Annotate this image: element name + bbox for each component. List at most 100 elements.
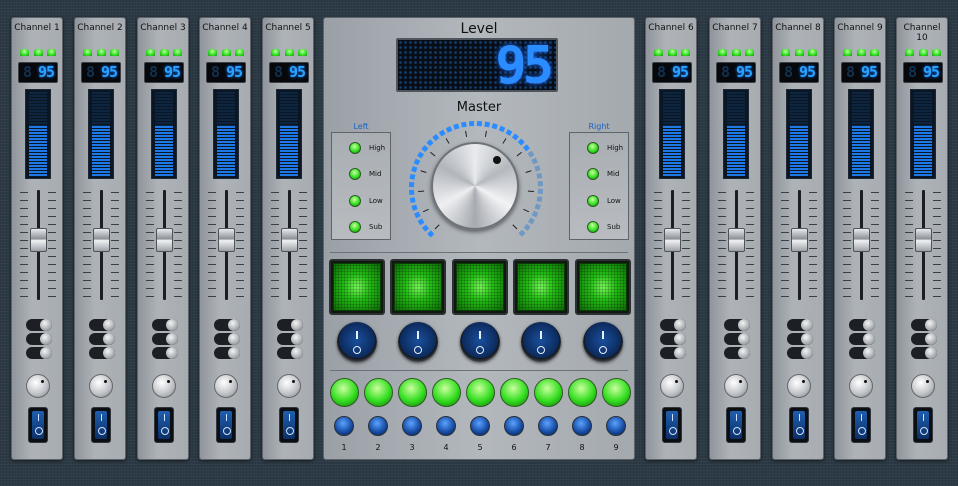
pan-knob[interactable]: [787, 374, 811, 398]
pan-knob[interactable]: [660, 374, 684, 398]
volume-fader[interactable]: [269, 190, 309, 302]
green-button-3[interactable]: [398, 378, 427, 407]
green-button-1[interactable]: [330, 378, 359, 407]
led-button-icon[interactable]: [587, 221, 599, 233]
volume-fader[interactable]: [206, 190, 246, 302]
led-button-icon[interactable]: [587, 168, 599, 180]
power-knob-5[interactable]: [583, 322, 623, 362]
fader-thumb[interactable]: [791, 228, 808, 252]
volume-fader[interactable]: [18, 190, 58, 302]
toggle-switch[interactable]: [89, 333, 115, 345]
volume-fader[interactable]: [716, 190, 756, 302]
power-switch[interactable]: [216, 407, 236, 443]
power-knob-3[interactable]: [460, 322, 500, 362]
toggle-switch[interactable]: [214, 319, 240, 331]
toggle-switch[interactable]: [26, 333, 52, 345]
eq-band-sub[interactable]: Sub: [579, 221, 620, 233]
green-button-2[interactable]: [364, 378, 393, 407]
fader-thumb[interactable]: [853, 228, 870, 252]
power-switch[interactable]: [851, 407, 871, 443]
toggle-switch[interactable]: [152, 347, 178, 359]
power-switch[interactable]: [789, 407, 809, 443]
green-button-4[interactable]: [432, 378, 461, 407]
blue-button-1[interactable]: [334, 416, 354, 436]
toggle-switch[interactable]: [214, 347, 240, 359]
toggle-switch[interactable]: [660, 347, 686, 359]
pan-knob[interactable]: [89, 374, 113, 398]
volume-fader[interactable]: [144, 190, 184, 302]
pan-knob[interactable]: [26, 374, 50, 398]
toggle-switch[interactable]: [89, 319, 115, 331]
blue-button-5[interactable]: [470, 416, 490, 436]
toggle-switch[interactable]: [724, 333, 750, 345]
blue-button-7[interactable]: [538, 416, 558, 436]
blue-button-4[interactable]: [436, 416, 456, 436]
power-switch[interactable]: [91, 407, 111, 443]
pad-button-3[interactable]: [452, 259, 508, 315]
power-switch[interactable]: [28, 407, 48, 443]
power-knob-2[interactable]: [398, 322, 438, 362]
toggle-switch[interactable]: [660, 333, 686, 345]
led-button-icon[interactable]: [587, 195, 599, 207]
blue-button-8[interactable]: [572, 416, 592, 436]
volume-fader[interactable]: [903, 190, 943, 302]
toggle-switch[interactable]: [277, 319, 303, 331]
toggle-switch[interactable]: [89, 347, 115, 359]
power-switch[interactable]: [154, 407, 174, 443]
fader-thumb[interactable]: [93, 228, 110, 252]
toggle-switch[interactable]: [787, 333, 813, 345]
eq-band-high[interactable]: High: [579, 142, 623, 154]
toggle-switch[interactable]: [849, 347, 875, 359]
volume-fader[interactable]: [841, 190, 881, 302]
toggle-switch[interactable]: [152, 319, 178, 331]
toggle-switch[interactable]: [787, 347, 813, 359]
toggle-switch[interactable]: [911, 319, 937, 331]
eq-band-sub[interactable]: Sub: [341, 221, 382, 233]
blue-button-3[interactable]: [402, 416, 422, 436]
toggle-switch[interactable]: [277, 333, 303, 345]
toggle-switch[interactable]: [724, 319, 750, 331]
toggle-switch[interactable]: [277, 347, 303, 359]
led-button-icon[interactable]: [349, 168, 361, 180]
volume-fader[interactable]: [779, 190, 819, 302]
green-button-8[interactable]: [568, 378, 597, 407]
fader-thumb[interactable]: [915, 228, 932, 252]
power-knob-1[interactable]: [337, 322, 377, 362]
pan-knob[interactable]: [277, 374, 301, 398]
green-button-7[interactable]: [534, 378, 563, 407]
toggle-switch[interactable]: [26, 319, 52, 331]
eq-band-mid[interactable]: Mid: [341, 168, 381, 180]
toggle-switch[interactable]: [214, 333, 240, 345]
fader-thumb[interactable]: [156, 228, 173, 252]
green-button-9[interactable]: [602, 378, 631, 407]
pan-knob[interactable]: [214, 374, 238, 398]
toggle-switch[interactable]: [152, 333, 178, 345]
blue-button-6[interactable]: [504, 416, 524, 436]
eq-band-mid[interactable]: Mid: [579, 168, 619, 180]
blue-button-2[interactable]: [368, 416, 388, 436]
power-switch[interactable]: [913, 407, 933, 443]
led-button-icon[interactable]: [587, 142, 599, 154]
pan-knob[interactable]: [849, 374, 873, 398]
master-volume-knob[interactable]: [431, 142, 519, 230]
pan-knob[interactable]: [911, 374, 935, 398]
fader-thumb[interactable]: [281, 228, 298, 252]
fader-thumb[interactable]: [728, 228, 745, 252]
power-knob-4[interactable]: [521, 322, 561, 362]
eq-band-low[interactable]: Low: [579, 195, 621, 207]
green-button-6[interactable]: [500, 378, 529, 407]
blue-button-9[interactable]: [606, 416, 626, 436]
pad-button-1[interactable]: [329, 259, 385, 315]
led-button-icon[interactable]: [349, 221, 361, 233]
fader-thumb[interactable]: [664, 228, 681, 252]
pad-button-5[interactable]: [575, 259, 631, 315]
toggle-switch[interactable]: [849, 319, 875, 331]
pad-button-4[interactable]: [513, 259, 569, 315]
toggle-switch[interactable]: [724, 347, 750, 359]
power-switch[interactable]: [726, 407, 746, 443]
volume-fader[interactable]: [81, 190, 121, 302]
eq-band-high[interactable]: High: [341, 142, 385, 154]
toggle-switch[interactable]: [660, 319, 686, 331]
power-switch[interactable]: [662, 407, 682, 443]
pan-knob[interactable]: [152, 374, 176, 398]
